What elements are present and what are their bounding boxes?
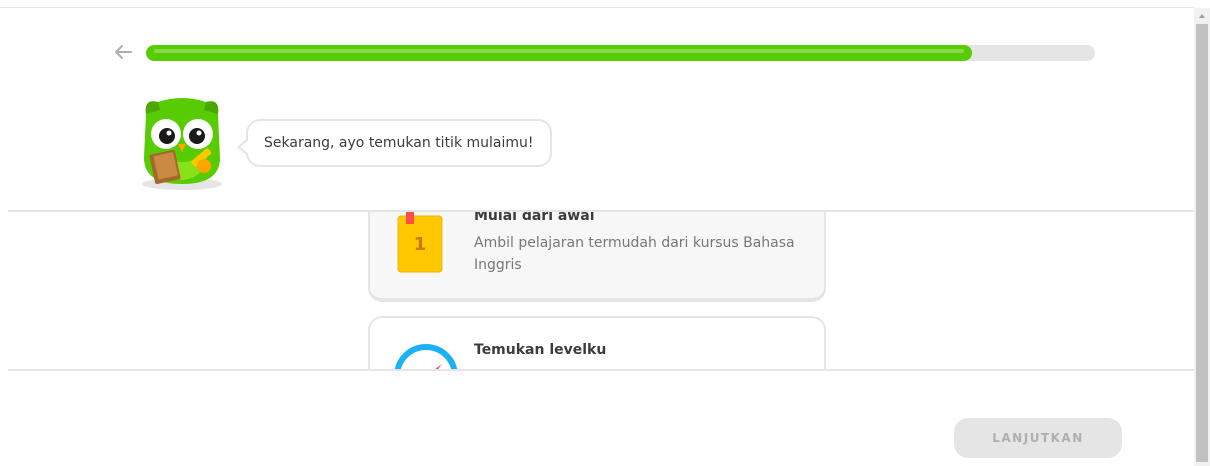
section-divider-bottom <box>8 369 1194 371</box>
book-icon: 1 <box>394 212 452 278</box>
back-arrow-icon[interactable] <box>112 42 134 62</box>
option-start-from-beginning[interactable]: 1 Mulai dari awal Ambil pelajaran termud… <box>368 212 826 302</box>
speech-text: Sekarang, ayo temukan titik mulaimu! <box>264 135 534 151</box>
option-title: Mulai dari awal <box>474 212 595 224</box>
option-description: Ambil pelajaran termudah dari kursus Bah… <box>474 235 795 273</box>
top-border <box>0 7 1194 8</box>
compass-icon <box>394 344 458 369</box>
option-title: Temukan levelku <box>474 342 607 358</box>
page-scrollbar[interactable] <box>1194 8 1210 466</box>
continue-button[interactable]: LANJUTKAN <box>954 418 1122 458</box>
duo-owl-mascot-icon <box>138 96 226 190</box>
speech-bubble-tail <box>237 138 249 156</box>
scroll-thumb[interactable] <box>1196 24 1208 462</box>
speech-bubble: Sekarang, ayo temukan titik mulaimu! <box>237 119 552 167</box>
book-number: 1 <box>414 234 427 255</box>
option-find-my-level[interactable]: Temukan levelku <box>368 316 826 369</box>
lesson-progress-bar <box>146 45 1095 61</box>
scroll-up-arrow-icon[interactable] <box>1194 8 1210 24</box>
progress-fill <box>146 45 972 61</box>
options-scroll-area[interactable]: 1 Mulai dari awal Ambil pelajaran termud… <box>8 212 1194 369</box>
